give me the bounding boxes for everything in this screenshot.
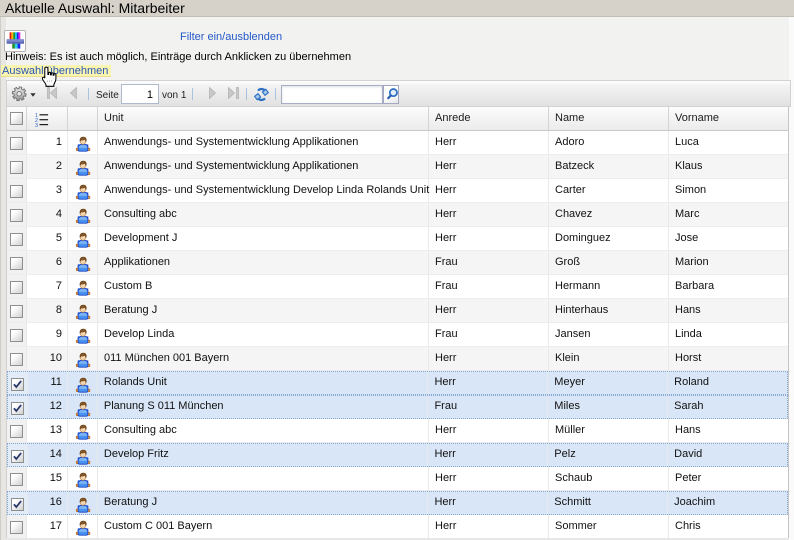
svg-text:3: 3 — [35, 123, 38, 127]
